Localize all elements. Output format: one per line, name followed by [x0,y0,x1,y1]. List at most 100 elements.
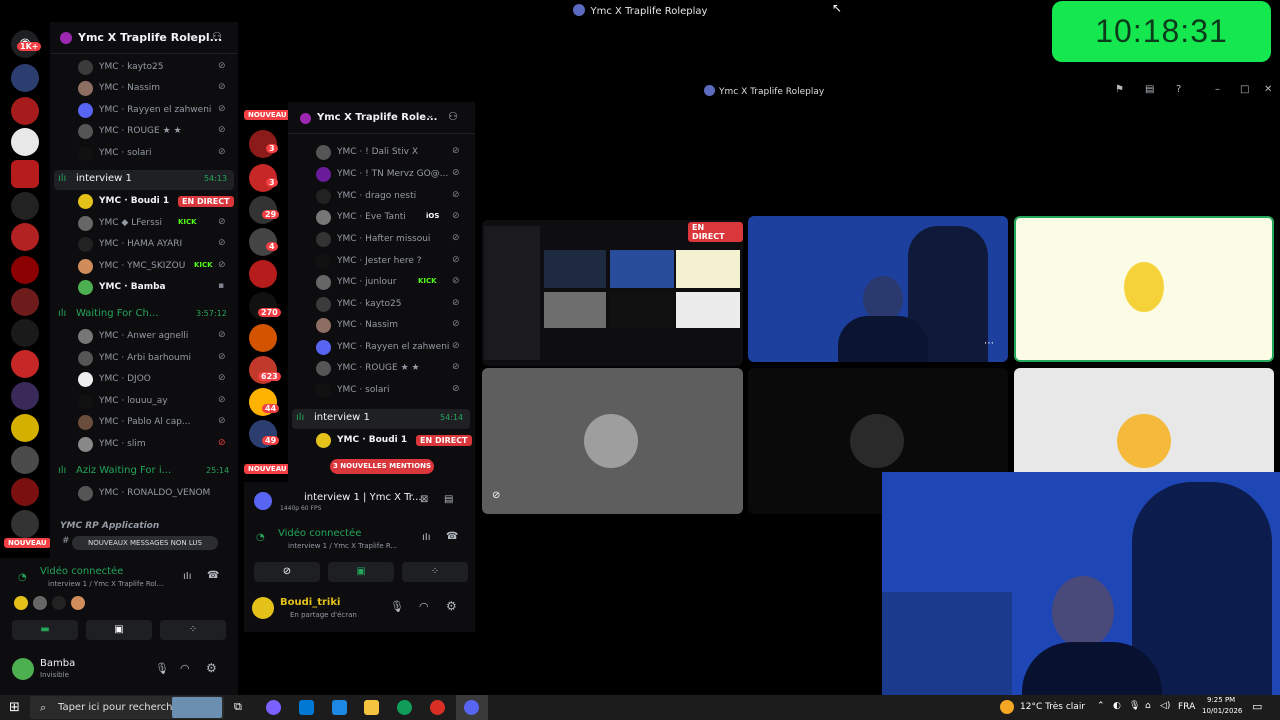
server-icon[interactable] [11,223,39,251]
server-icon[interactable] [11,192,39,220]
server-icon[interactable] [11,288,39,316]
avatar-tile[interactable]: ⊘ [482,368,743,514]
server-icon[interactable] [11,256,39,284]
voice-user[interactable]: YMC · HAMA AYARI ⊘ [78,235,234,255]
language-indicator[interactable]: FRA [1178,702,1195,712]
server-header[interactable]: Ymc X Traplife Rolepl... ⌄ ⚇ [50,22,238,54]
windows-start-icon[interactable]: ⊞ [9,700,20,715]
microphone-icon[interactable]: 🎙︎ [155,662,169,675]
microphone-icon[interactable]: 🎙︎ [390,600,404,613]
tray-app-icon[interactable]: ◐ [1113,701,1121,711]
server-icon[interactable] [11,64,39,92]
voice-user[interactable]: YMC · slim ⊘ [78,435,234,455]
activities-button[interactable]: ⁘ [402,562,468,582]
volume-icon[interactable]: ◁) [1160,701,1170,711]
headphones-icon[interactable]: ◠ [419,600,429,613]
file-explorer-icon[interactable] [364,700,379,715]
edge-icon[interactable] [397,700,412,715]
taskbar-search[interactable]: ⌕ Taper ici pour rechercher [30,696,224,719]
voice-user[interactable]: YMC · Nassim ⊘ [78,79,234,99]
voice-channel-waiting[interactable]: ılı Waiting For Ch... 3:57:12 [54,305,234,325]
server-icon[interactable] [249,324,277,352]
store-icon[interactable] [299,700,314,715]
screen-share-button[interactable]: ▣ [86,620,152,640]
chevron-up-icon[interactable]: ⌃ [1097,701,1105,711]
avatar[interactable] [12,658,34,680]
server-icon[interactable] [249,260,277,288]
voice-channel-interview[interactable]: ılı interview 1 54:13 [54,170,234,190]
voice-user[interactable]: YMC · Pablo Al cap... ⊘ [78,413,234,433]
voice-user[interactable]: YMC ◆ LFerssi KICK ⊘ [78,214,234,234]
camera-button[interactable]: ▬ [12,620,78,640]
voice-user[interactable]: YMC · Jester here ? ⊘ [316,252,466,272]
stream-settings-icon[interactable]: ▤ [444,494,453,505]
voice-user[interactable]: YMC · ROUGE ★ ★ ⊘ [316,359,466,379]
voice-user[interactable]: YMC · Boudi 1 EN DIRECT [316,431,472,451]
inbox-icon[interactable]: ⚑ [1115,84,1124,95]
headphones-icon[interactable]: ◠ [180,662,190,675]
voice-user[interactable]: YMC · ROUGE ★ ★ ⊘ [78,122,234,142]
settings-gear-icon[interactable]: ⚙ [446,599,457,613]
activities-button[interactable]: ⁘ [160,620,226,640]
server-icon[interactable] [11,97,39,125]
server-icon[interactable] [11,446,39,474]
disconnect-icon[interactable]: ☎ [446,531,458,542]
unread-messages-pill[interactable]: NOUVEAUX MESSAGES NON LUS [72,536,218,550]
screen-share-tile[interactable]: EN DIRECT [482,220,743,366]
voice-user[interactable]: YMC · RONALDO_VENOM [78,484,234,504]
voice-user[interactable]: YMC · louuu_ay ⊘ [78,392,234,412]
voice-user[interactable]: YMC · Bamba ▪ [78,278,234,298]
voice-user[interactable]: YMC · DJOO ⊘ [78,370,234,390]
server-icon[interactable] [11,478,39,506]
category-application[interactable]: YMC RP Application [60,521,159,531]
camera-off-button[interactable]: ⊘ [254,562,320,582]
copilot-icon[interactable] [266,700,281,715]
voice-user[interactable]: YMC · Anwer agnelli ⊘ [78,327,234,347]
maximize-icon[interactable]: □ [1240,84,1249,95]
more-options-icon[interactable]: ⋯ [984,338,994,349]
microphone-tray-icon[interactable]: 🎙︎ [1129,701,1140,711]
voice-channel-path[interactable]: interview 1 / Ymc X Traplife Rol... [48,580,163,588]
notifications-icon[interactable]: ▭ [1252,700,1262,713]
noise-suppression-icon[interactable]: ıIı [422,532,431,543]
voice-user[interactable]: YMC · Arbi barhoumi ⊘ [78,349,234,369]
close-icon[interactable]: ✕ [1264,84,1272,95]
screen-share-button[interactable]: ▣ [328,562,394,582]
settings-gear-icon[interactable]: ⚙ [206,661,217,675]
invite-people-icon[interactable]: ⚇ [448,110,458,123]
noise-suppression-icon[interactable]: ıIı [183,571,192,582]
server-icon[interactable] [11,160,39,188]
voice-user[interactable]: YMC · junlour KICK ⊘ [316,273,466,293]
voice-user[interactable]: YMC · solari ⊘ [316,381,466,401]
disconnect-icon[interactable]: ☎ [207,570,219,581]
help-icon[interactable]: ? [1176,84,1181,95]
avatar[interactable] [252,597,274,619]
voice-user[interactable]: YMC · kayto25 ⊘ [316,295,466,315]
voice-user[interactable]: YMC · Eve Tanti iOS ⊘ [316,208,466,228]
outlook-icon[interactable] [332,700,347,715]
server-icon[interactable] [11,350,39,378]
voice-channel-path[interactable]: interview 1 / Ymc X Traplife R... [288,542,397,550]
task-view-icon[interactable]: ⧉ [234,700,249,715]
voice-user[interactable]: YMC · drago nesti ⊘ [316,187,466,207]
invite-people-icon[interactable]: ⚇ [212,30,222,43]
voice-user[interactable]: YMC · Rayyen el zahweni ⊘ [316,338,466,358]
voice-user[interactable]: YMC · ! Dali Stiv X ⊘ [316,143,466,163]
voice-channel-aziz[interactable]: ılı Aziz Waiting For i... 25:14 [54,462,234,482]
chevron-down-icon[interactable]: ⌄ [188,30,196,41]
new-mentions-pill[interactable]: 3 NOUVELLES MENTIONS [330,459,434,474]
window-icon[interactable]: ▤ [1145,84,1154,95]
voice-user[interactable]: YMC · Rayyen el zahweni ⊘ [78,101,234,121]
voice-user[interactable]: YMC · Nassim ⊘ [316,316,466,336]
chevron-down-icon[interactable]: ⌄ [426,110,434,121]
minimize-icon[interactable]: – [1215,84,1220,95]
voice-user[interactable]: YMC · Boudi 1 EN DIRECT [78,192,234,212]
taskbar-date[interactable]: 10/01/2026 [1202,707,1242,715]
taskbar-time[interactable]: 9:25 PM [1207,696,1235,704]
weather-text[interactable]: 12°C Très clair [1020,702,1085,712]
server-icon[interactable] [11,414,39,442]
voice-user[interactable]: YMC · solari ⊘ [78,144,234,164]
server-icon[interactable] [11,319,39,347]
voice-user[interactable]: YMC · ! TN Mervz GO@... ⊘ [316,165,466,185]
voice-user[interactable]: YMC · Hafter missoui ⊘ [316,230,466,250]
